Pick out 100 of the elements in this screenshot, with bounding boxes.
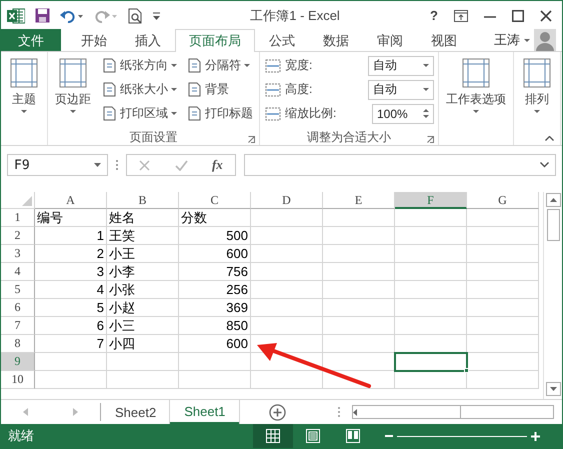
zoom-in-icon[interactable] xyxy=(531,432,540,440)
row-header[interactable]: 1 xyxy=(1,209,35,227)
document-icon xyxy=(187,58,202,73)
check-icon[interactable] xyxy=(174,160,188,170)
ribbon-tab[interactable]: 开始 xyxy=(67,29,121,51)
view-button[interactable] xyxy=(253,424,293,448)
undo-icon[interactable] xyxy=(60,8,84,22)
ribbon-display-icon[interactable] xyxy=(454,10,468,22)
group-label: 页面设置 xyxy=(130,128,178,146)
table-cell: 小赵 xyxy=(107,299,179,317)
scroll-thumb[interactable] xyxy=(546,209,560,241)
triangle-icon xyxy=(22,196,32,206)
column-header[interactable]: A xyxy=(35,192,107,209)
table-cell xyxy=(395,245,467,263)
row-header[interactable]: 6 xyxy=(1,299,35,317)
field-label: 缩放比例: xyxy=(285,105,336,122)
column-header[interactable]: B xyxy=(107,192,179,209)
scroll-left-icon[interactable] xyxy=(353,408,358,416)
table-cell xyxy=(323,281,395,299)
insert-function-button[interactable]: fx xyxy=(212,157,223,173)
table-cell xyxy=(467,263,539,281)
selected-cell[interactable] xyxy=(395,353,467,371)
ribbon-tab[interactable]: 审阅 xyxy=(363,29,417,51)
table-cell xyxy=(323,227,395,245)
fill-handle[interactable] xyxy=(464,368,469,373)
save-icon[interactable] xyxy=(35,8,50,23)
horizontal-scrollbar[interactable] xyxy=(352,405,554,419)
ribbon-button[interactable]: 排列 xyxy=(518,55,556,115)
ribbon-button[interactable]: 背景 xyxy=(185,79,255,100)
row-header[interactable]: 7 xyxy=(1,317,35,335)
group-label: 调整为合适大小 xyxy=(307,128,391,146)
caret-icon xyxy=(524,38,530,42)
table-cell xyxy=(107,371,179,389)
table-cell xyxy=(323,209,395,227)
caret-icon xyxy=(94,163,101,167)
ribbon-tab[interactable]: 页面布局 xyxy=(175,29,255,52)
ribbon-button[interactable]: 主题 xyxy=(5,55,43,115)
row-header[interactable]: 9 xyxy=(1,353,35,371)
table-cell xyxy=(179,353,251,371)
dialog-launcher-icon[interactable] xyxy=(248,136,255,143)
table-cell xyxy=(251,209,323,227)
dialog-launcher-icon[interactable] xyxy=(427,136,434,143)
row-header[interactable]: 10 xyxy=(1,371,35,389)
page-icon xyxy=(8,57,40,89)
sheet-tab[interactable]: Sheet2 xyxy=(101,400,170,424)
scroll-up-icon[interactable] xyxy=(550,198,556,202)
ribbon-button[interactable]: 打印区域 xyxy=(100,103,179,124)
document-icon xyxy=(102,106,117,121)
ribbon-button[interactable]: 纸张方向 xyxy=(100,55,179,76)
grip-icon[interactable] xyxy=(338,407,340,417)
table-cell xyxy=(395,371,467,389)
page-icon xyxy=(460,57,492,89)
ribbon-button[interactable]: 纸张大小 xyxy=(100,79,179,100)
table-cell: 小三 xyxy=(107,317,179,335)
table-cell xyxy=(467,353,539,371)
ribbon-tab[interactable]: 插入 xyxy=(121,29,175,51)
ribbon-tab[interactable]: 视图 xyxy=(417,29,471,51)
ribbon-button[interactable]: 分隔符 xyxy=(185,55,255,76)
resize-icon xyxy=(264,82,282,98)
row-header[interactable]: 2 xyxy=(1,227,35,245)
table-cell xyxy=(323,263,395,281)
scroll-down-icon[interactable] xyxy=(550,387,556,391)
row-header[interactable]: 8 xyxy=(1,335,35,353)
vertical-scrollbar[interactable] xyxy=(543,192,562,399)
user-name[interactable]: 王涛 xyxy=(494,31,520,49)
name-box[interactable]: F9 xyxy=(7,154,108,176)
row-header[interactable]: 5 xyxy=(1,281,35,299)
dropdown-field[interactable]: 自动 xyxy=(368,56,434,76)
table-cell xyxy=(467,281,539,299)
add-sheet-icon[interactable] xyxy=(269,404,286,420)
ribbon-button[interactable]: 页边距 xyxy=(52,55,94,115)
table-cell: 500 xyxy=(179,227,251,245)
column-header[interactable]: C xyxy=(179,192,251,209)
formula-input[interactable] xyxy=(244,154,556,176)
ribbon-tab[interactable]: 数据 xyxy=(309,29,363,51)
file-tab[interactable]: 文件 xyxy=(1,29,61,51)
help-button[interactable]: ? xyxy=(430,8,438,23)
expand-icon[interactable] xyxy=(540,162,549,168)
close-icon[interactable] xyxy=(540,10,552,22)
sheet-tab[interactable]: Sheet1 xyxy=(170,400,240,424)
column-header[interactable]: F xyxy=(395,192,467,209)
dropdown-field[interactable]: 自动 xyxy=(368,80,434,100)
ribbon-button[interactable]: 工作表选项 xyxy=(443,55,509,115)
column-header[interactable]: G xyxy=(467,192,539,209)
maximize-icon[interactable] xyxy=(512,10,524,22)
row-header[interactable]: 3 xyxy=(1,245,35,263)
row-header[interactable]: 4 xyxy=(1,263,35,281)
ribbon-tab[interactable]: 公式 xyxy=(255,29,309,51)
table-cell: 1 xyxy=(35,227,107,245)
column-header[interactable]: E xyxy=(323,192,395,209)
print-preview-icon[interactable] xyxy=(128,8,143,24)
column-header[interactable]: D xyxy=(251,192,323,209)
spreadsheet-logo-icon[interactable] xyxy=(7,8,25,24)
caret-icon xyxy=(423,64,429,67)
customize-menu-icon[interactable] xyxy=(153,12,160,20)
collapse-ribbon-icon[interactable] xyxy=(545,136,554,141)
caret-icon xyxy=(423,88,429,91)
spin-box[interactable]: 100% xyxy=(372,104,434,124)
ribbon-button[interactable]: 打印标题 xyxy=(185,103,255,124)
document-icon xyxy=(187,82,202,97)
